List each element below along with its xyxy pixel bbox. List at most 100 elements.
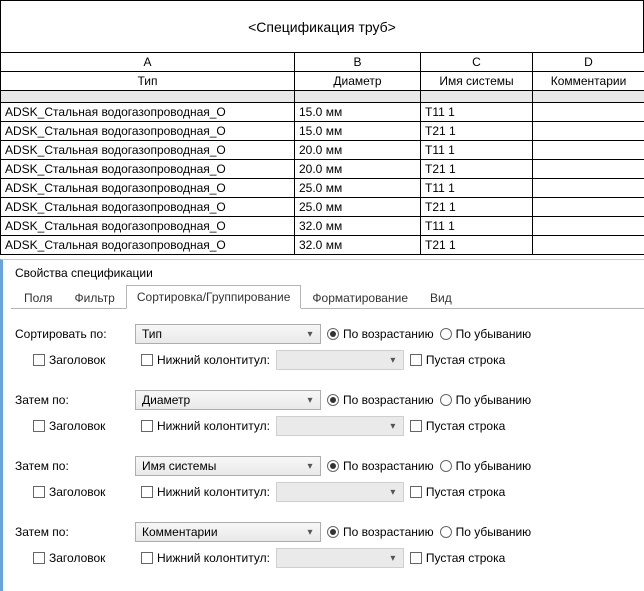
cell[interactable] — [533, 141, 644, 160]
checkbox-header[interactable]: Заголовок — [33, 485, 135, 499]
sort-level: Затем по: Имя системы▾ По возрастанию По уб… — [15, 455, 636, 503]
cell[interactable]: Т21 1 — [421, 122, 533, 141]
checkbox-blank-line[interactable]: Пустая строка — [410, 419, 520, 433]
cell[interactable]: 32.0 мм — [295, 236, 421, 255]
col-letter[interactable]: A — [1, 53, 295, 72]
sort-field-combo[interactable]: Комментарии▾ — [135, 522, 321, 542]
cell[interactable]: ADSK_Стальная водогазопроводная_О — [1, 141, 295, 160]
radio-descending[interactable]: По убыванию — [440, 525, 532, 539]
cell[interactable]: 15.0 мм — [295, 103, 421, 122]
table-row[interactable]: ADSK_Стальная водогазопроводная_О32.0 мм… — [1, 217, 644, 236]
cell[interactable] — [533, 236, 644, 255]
checkbox-footer[interactable]: Нижний колонтитул: — [141, 485, 270, 499]
cell[interactable]: 25.0 мм — [295, 179, 421, 198]
cell[interactable]: ADSK_Стальная водогазопроводная_О — [1, 160, 295, 179]
radio-descending[interactable]: По убыванию — [440, 393, 532, 407]
checkbox-blank-line[interactable]: Пустая строка — [410, 353, 520, 367]
sort-by-label: Сортировать по: — [15, 327, 129, 341]
sort-field-combo[interactable]: Тип▾ — [135, 324, 321, 344]
checkbox-header[interactable]: Заголовок — [33, 419, 135, 433]
table-row[interactable]: ADSK_Стальная водогазопроводная_О20.0 мм… — [1, 160, 644, 179]
cell[interactable] — [533, 179, 644, 198]
radio-ascending[interactable]: По возрастанию — [327, 327, 434, 341]
table-row[interactable]: ADSK_Стальная водогазопроводная_О15.0 мм… — [1, 103, 644, 122]
tab-sorting-grouping[interactable]: Сортировка/Группирование — [126, 285, 302, 309]
checkbox-header[interactable]: Заголовок — [33, 353, 135, 367]
cell[interactable]: ADSK_Стальная водогазопроводная_О — [1, 217, 295, 236]
checkbox-footer[interactable]: Нижний колонтитул: — [141, 419, 270, 433]
properties-title: Свойства спецификации — [11, 264, 644, 284]
radio-ascending[interactable]: По возрастанию — [327, 393, 434, 407]
table-row[interactable]: ADSK_Стальная водогазопроводная_О25.0 мм… — [1, 179, 644, 198]
schedule-title: <Спецификация труб> — [0, 0, 644, 52]
footer-combo: ▾ — [276, 416, 404, 436]
schedule-table: A B C D Тип Диаметр Имя системы Коммента… — [0, 52, 644, 255]
table-row[interactable]: ADSK_Стальная водогазопроводная_О15.0 мм… — [1, 122, 644, 141]
chevron-down-icon: ▾ — [303, 461, 317, 472]
cell[interactable]: ADSK_Стальная водогазопроводная_О — [1, 198, 295, 217]
chevron-down-icon: ▾ — [303, 527, 317, 538]
col-header[interactable]: Диаметр — [295, 72, 421, 91]
radio-ascending[interactable]: По возрастанию — [327, 525, 434, 539]
cell[interactable]: Т11 1 — [421, 179, 533, 198]
cell[interactable] — [533, 103, 644, 122]
col-header[interactable]: Имя системы — [421, 72, 533, 91]
cell[interactable]: Т11 1 — [421, 141, 533, 160]
checkbox-header[interactable]: Заголовок — [33, 551, 135, 565]
cell[interactable]: ADSK_Стальная водогазопроводная_О — [1, 236, 295, 255]
cell[interactable] — [533, 198, 644, 217]
then-by-label: Затем по: — [15, 393, 129, 407]
table-row[interactable]: ADSK_Стальная водогазопроводная_О25.0 мм… — [1, 198, 644, 217]
checkbox-footer[interactable]: Нижний колонтитул: — [141, 353, 270, 367]
col-header[interactable]: Комментарии — [533, 72, 644, 91]
sort-field-combo[interactable]: Имя системы▾ — [135, 456, 321, 476]
table-row[interactable]: ADSK_Стальная водогазопроводная_О32.0 мм… — [1, 236, 644, 255]
cell[interactable]: Т11 1 — [421, 217, 533, 236]
footer-combo: ▾ — [276, 548, 404, 568]
cell[interactable]: 20.0 мм — [295, 160, 421, 179]
chevron-down-icon: ▾ — [303, 395, 317, 406]
col-letter[interactable]: C — [421, 53, 533, 72]
cell[interactable] — [533, 160, 644, 179]
sort-level: Затем по: Диаметр▾ По возрастанию По убыван… — [15, 389, 636, 437]
properties-tabs: Поля Фильтр Сортировка/Группирование Фор… — [11, 284, 644, 309]
cell[interactable]: ADSK_Стальная водогазопроводная_О — [1, 103, 295, 122]
cell[interactable]: Т11 1 — [421, 103, 533, 122]
radio-ascending[interactable]: По возрастанию — [327, 459, 434, 473]
then-by-label: Затем по: — [15, 459, 129, 473]
col-letter[interactable]: D — [533, 53, 644, 72]
sort-level: Сортировать по: Тип▾ По возрастанию По убыв… — [15, 323, 636, 371]
radio-descending[interactable]: По убыванию — [440, 327, 532, 341]
col-letter[interactable]: B — [295, 53, 421, 72]
chevron-down-icon: ▾ — [386, 355, 400, 366]
column-header-row: Тип Диаметр Имя системы Комментарии — [1, 72, 644, 91]
cell[interactable]: 20.0 мм — [295, 141, 421, 160]
cell[interactable]: 25.0 мм — [295, 198, 421, 217]
tab-filter[interactable]: Фильтр — [64, 286, 126, 309]
checkbox-blank-line[interactable]: Пустая строка — [410, 551, 520, 565]
cell[interactable] — [533, 122, 644, 141]
table-row[interactable]: ADSK_Стальная водогазопроводная_О20.0 мм… — [1, 141, 644, 160]
cell[interactable]: Т21 1 — [421, 160, 533, 179]
separator-row — [1, 91, 644, 103]
tab-appearance[interactable]: Вид — [419, 286, 463, 309]
cell[interactable]: ADSK_Стальная водогазопроводная_О — [1, 179, 295, 198]
tab-fields[interactable]: Поля — [13, 286, 64, 309]
checkbox-footer[interactable]: Нижний колонтитул: — [141, 551, 270, 565]
chevron-down-icon: ▾ — [303, 329, 317, 340]
cell[interactable]: Т21 1 — [421, 198, 533, 217]
footer-combo: ▾ — [276, 350, 404, 370]
cell[interactable] — [533, 217, 644, 236]
col-header[interactable]: Тип — [1, 72, 295, 91]
checkbox-blank-line[interactable]: Пустая строка — [410, 485, 520, 499]
cell[interactable]: Т21 1 — [421, 236, 533, 255]
tab-formatting[interactable]: Форматирование — [301, 286, 419, 309]
cell[interactable]: 15.0 мм — [295, 122, 421, 141]
radio-descending[interactable]: По убыванию — [440, 459, 532, 473]
cell[interactable]: 32.0 мм — [295, 217, 421, 236]
chevron-down-icon: ▾ — [386, 421, 400, 432]
cell[interactable]: ADSK_Стальная водогазопроводная_О — [1, 122, 295, 141]
sort-level: Затем по:Комментарии▾По возрастаниюПо уб… — [15, 521, 636, 569]
schedule-properties-panel: Свойства спецификации Поля Фильтр Сортир… — [0, 259, 644, 591]
sort-field-combo[interactable]: Диаметр▾ — [135, 390, 321, 410]
